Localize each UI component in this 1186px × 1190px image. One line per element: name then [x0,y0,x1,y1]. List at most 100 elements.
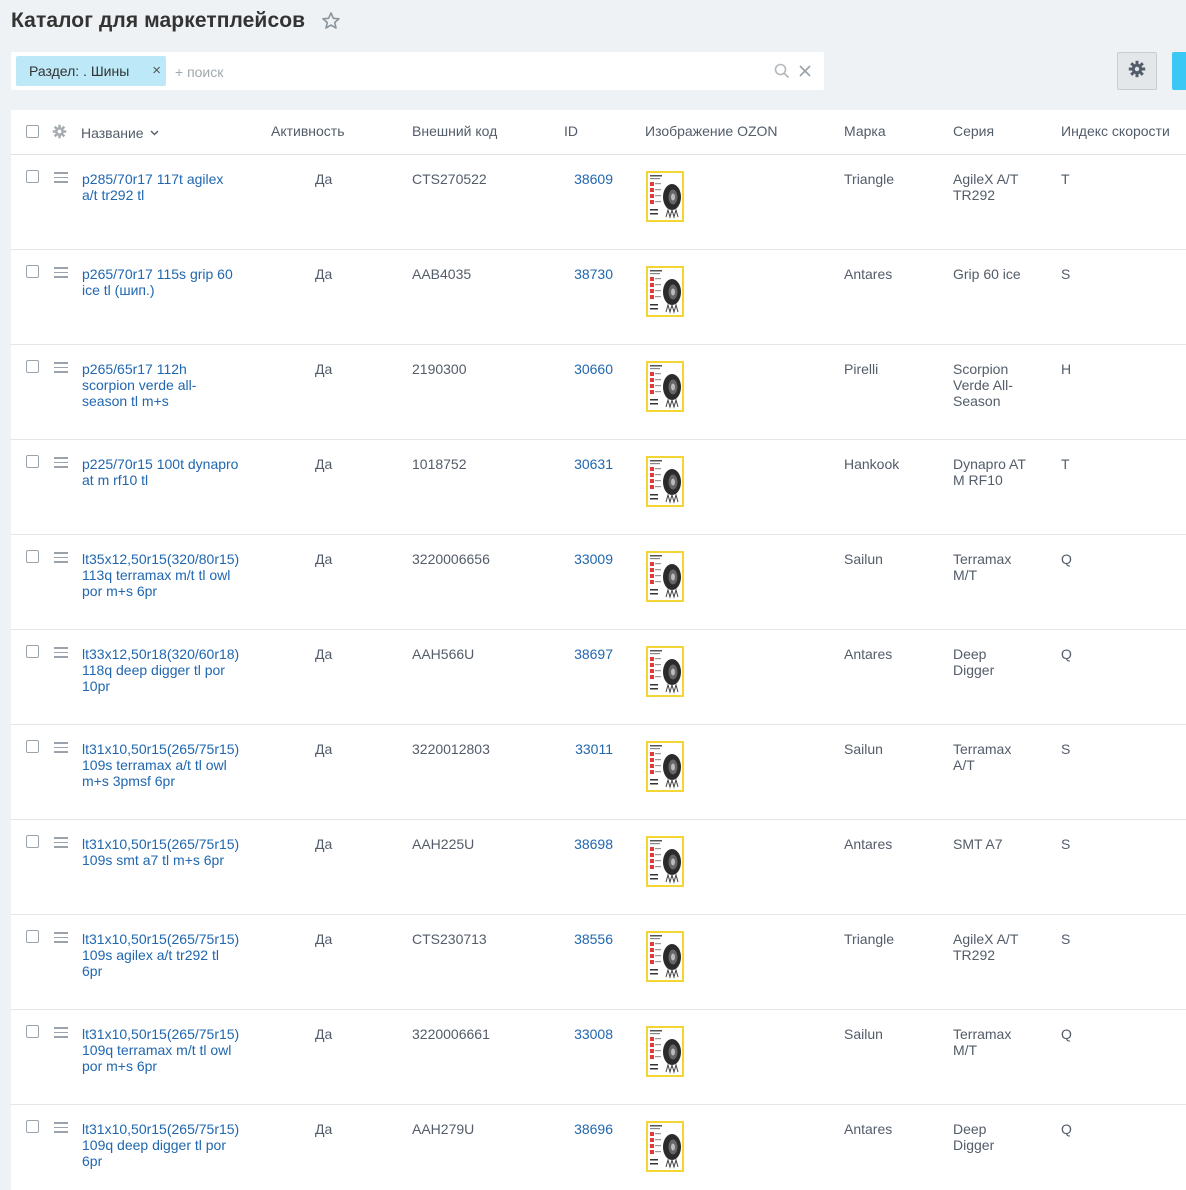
id-link[interactable]: 30631 [562,456,613,472]
ozon-image-thumbnail[interactable] [646,266,684,317]
product-name-link[interactable]: p225/70r15 100t dynapro at m rf10 tl [82,456,247,488]
table-row[interactable]: lt31x10,50r15(265/75r15) 109s agilex a/t … [11,915,1186,1010]
ozon-image-thumbnail[interactable] [646,741,684,792]
id-link[interactable]: 33009 [562,551,613,567]
page-title: Каталог для маркетплейсов [11,9,306,32]
id-link[interactable]: 38730 [562,266,613,282]
id-link[interactable]: 38609 [562,171,613,187]
product-name-line: p265/65r17 112h [82,361,187,377]
brand-cell: Sailun [844,741,883,757]
row-checkbox[interactable] [26,1120,39,1133]
id-link[interactable]: 38697 [562,646,613,662]
product-name-link[interactable]: lt31x10,50r15(265/75r15) 109q terramax m/… [82,1026,247,1074]
sort-arrow-icon [150,123,159,139]
id-link[interactable]: 38698 [562,836,613,852]
drag-handle-icon[interactable] [54,172,68,186]
ozon-image-thumbnail[interactable] [646,551,684,602]
clear-icon[interactable] [798,64,812,78]
star-icon[interactable] [321,11,341,31]
speed-index-cell: S [1061,741,1071,757]
ozon-image-thumbnail[interactable] [646,931,684,982]
row-checkbox[interactable] [26,645,39,658]
table-row[interactable]: lt31x10,50r15(265/75r15) 109q terramax m/… [11,1010,1186,1105]
column-header-brand[interactable]: Марка [844,123,886,139]
drag-handle-icon[interactable] [54,267,68,281]
active-cell: Да [315,1026,333,1042]
drag-handle-icon[interactable] [54,742,68,756]
row-checkbox[interactable] [26,265,39,278]
series-line: Scorpion [953,361,1009,377]
table-row[interactable]: lt31x10,50r15(265/75r15) 109s terramax a/… [11,725,1186,820]
id-link[interactable]: 38696 [562,1121,613,1137]
series-cell: SMT A7 [953,836,1043,852]
drag-handle-icon[interactable] [54,647,68,661]
drag-handle-icon[interactable] [54,1122,68,1136]
column-header-name[interactable]: Название [81,123,159,141]
search-icon[interactable] [774,63,790,79]
row-checkbox[interactable] [26,740,39,753]
drag-handle-icon[interactable] [54,362,68,376]
id-link[interactable]: 38556 [562,931,613,947]
external-code-cell: CTS270522 [412,171,487,187]
product-name-link[interactable]: lt33x12,50r18(320/60r18) 118q deep digger… [82,646,247,694]
chip-close-icon[interactable]: × [152,63,161,78]
row-checkbox[interactable] [26,930,39,943]
ozon-image-thumbnail[interactable] [646,1121,684,1172]
ozon-image-thumbnail[interactable] [646,171,684,222]
id-link[interactable]: 33011 [562,741,613,757]
search-input[interactable] [173,60,737,84]
select-all-checkbox[interactable] [26,125,39,138]
product-name-link[interactable]: lt31x10,50r15(265/75r15) 109s terramax a/… [82,741,247,789]
table-row[interactable]: p265/65r17 112h scorpion verde all-season… [11,345,1186,440]
column-header-speed[interactable]: Индекс скорости [1061,123,1170,139]
product-name-link[interactable]: p265/65r17 112h scorpion verde all-season… [82,361,247,409]
table-row[interactable]: lt31x10,50r15(265/75r15) 109q deep digger… [11,1105,1186,1190]
ozon-image-thumbnail[interactable] [646,361,684,412]
external-code-cell: 1018752 [412,456,467,472]
ozon-image-thumbnail[interactable] [646,456,684,507]
table-row[interactable]: p225/70r15 100t dynapro at m rf10 tl Да 101… [11,440,1186,535]
drag-handle-icon[interactable] [54,932,68,946]
drag-handle-icon[interactable] [54,457,68,471]
table-row[interactable]: lt31x10,50r15(265/75r15) 109s smt a7 tl m… [11,820,1186,915]
column-header-series[interactable]: Серия [953,123,994,139]
row-checkbox[interactable] [26,360,39,373]
settings-button[interactable] [1117,52,1157,90]
ozon-image-thumbnail[interactable] [646,836,684,887]
table-row[interactable]: lt33x12,50r18(320/60r18) 118q deep digger… [11,630,1186,725]
row-checkbox[interactable] [26,170,39,183]
filter-chip-section[interactable]: Раздел: . Шины × [16,56,166,86]
product-name-link[interactable]: lt31x10,50r15(265/75r15) 109s smt a7 tl m… [82,836,247,868]
product-name-link[interactable]: p265/70r17 115s grip 60 ice tl (шип.) [82,266,247,298]
column-header-code[interactable]: Внешний код [412,123,497,139]
column-header-active[interactable]: Активность [271,123,345,139]
add-button[interactable] [1172,52,1186,90]
row-checkbox[interactable] [26,550,39,563]
drag-handle-icon[interactable] [54,1027,68,1041]
drag-handle-icon[interactable] [54,552,68,566]
table-row[interactable]: p265/70r17 115s grip 60 ice tl (шип.) Да AA… [11,250,1186,345]
ozon-image-thumbnail[interactable] [646,646,684,697]
table-row[interactable]: lt35x12,50r15(320/80r15) 113q terramax m/… [11,535,1186,630]
row-checkbox[interactable] [26,835,39,848]
drag-handle-icon[interactable] [54,837,68,851]
product-name-line: lt35x12,50r15(320/80r15) [82,551,240,567]
column-header-id[interactable]: ID [564,123,578,139]
ozon-image-thumbnail[interactable] [646,1026,684,1077]
column-header-image[interactable]: Изображение OZON [645,123,778,139]
product-name-line: a/t tr292 tl [82,187,145,203]
product-name-link[interactable]: lt31x10,50r15(265/75r15) 109s agilex a/t … [82,931,247,979]
product-name-link[interactable]: p285/70r17 117t agilex a/t tr292 tl [82,171,247,203]
id-link[interactable]: 33008 [562,1026,613,1042]
column-settings-gear-icon[interactable] [52,124,68,140]
external-code-cell: AAB4035 [412,266,472,282]
product-name-link[interactable]: lt31x10,50r15(265/75r15) 109q deep digger… [82,1121,247,1169]
product-name-link[interactable]: lt35x12,50r15(320/80r15) 113q terramax m/… [82,551,247,599]
row-checkbox[interactable] [26,1025,39,1038]
external-code-cell: 3220012803 [412,741,490,757]
id-link[interactable]: 30660 [562,361,613,377]
table-row[interactable]: p285/70r17 117t agilex a/t tr292 tl Да CTS2… [11,155,1186,250]
brand-cell: Antares [844,836,893,852]
row-checkbox[interactable] [26,455,39,468]
series-line: Grip 60 ice [953,266,1021,282]
